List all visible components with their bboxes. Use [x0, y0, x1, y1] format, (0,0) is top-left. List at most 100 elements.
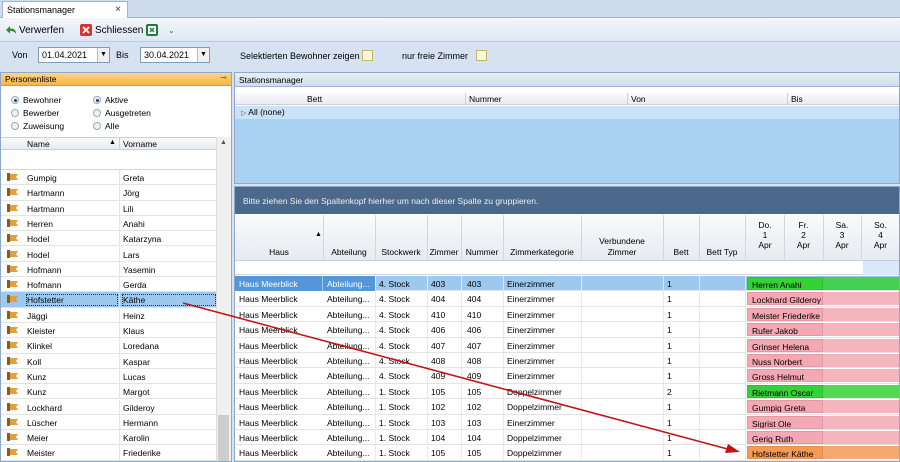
show-selected-checkbox[interactable] [362, 50, 373, 61]
scroll-up-icon[interactable]: ▲ [220, 139, 227, 146]
occupancy-bar[interactable]: Gerig Ruth [747, 431, 823, 444]
column-header-zimmerkategorie[interactable]: Zimmerkategorie [503, 247, 581, 257]
list-item[interactable]: Lockhard Gilderoy [1, 399, 216, 415]
occupancy-bar[interactable]: Gumpig Greta [747, 400, 823, 414]
column-divider[interactable] [787, 93, 788, 105]
to-date-input[interactable]: 30.04.2021 ▼ [140, 47, 210, 63]
occupancy-bar-extension[interactable] [823, 431, 899, 444]
table-row[interactable]: Haus Meerblick Abteilung... 4. Stock 406 406… [235, 322, 899, 338]
list-item[interactable]: Kleister Klaus [1, 323, 216, 339]
from-date-input[interactable]: 01.04.2021 ▼ [38, 47, 110, 63]
table-row[interactable]: Haus Meerblick Abteilung... 4. Stock 410 410… [235, 306, 899, 323]
person-grid-filter-row[interactable] [1, 150, 216, 170]
day-header[interactable]: Sa. 3 Apr [823, 220, 861, 250]
occupancy-bar[interactable]: Gross Helmut [747, 369, 823, 383]
column-header-name[interactable]: Name [27, 139, 50, 149]
occupancy-bar[interactable]: Rietmann Oscar [747, 384, 823, 398]
occupancy-bar-extension[interactable] [823, 307, 899, 321]
column-divider[interactable] [119, 138, 120, 150]
column-divider[interactable] [465, 93, 466, 105]
occupancy-bar-extension[interactable] [823, 277, 899, 290]
all-group-row[interactable]: ▷ All (none) [235, 106, 899, 119]
occupancy-bar[interactable]: Herren Anahi [747, 277, 823, 290]
list-item[interactable]: Meier Karolin [1, 430, 216, 446]
day-header[interactable]: Do. 1 Apr [746, 220, 784, 250]
occupancy-bar-extension[interactable] [823, 400, 899, 414]
tab-stationsmanager[interactable]: Stationsmanager × [2, 1, 128, 18]
column-header-stockwerk[interactable]: Stockwerk [375, 247, 427, 257]
list-item[interactable]: Jäggi Heinz [1, 307, 216, 323]
occupancy-bar[interactable]: Meister Friederike [747, 307, 823, 321]
group-by-hint[interactable]: Bitte ziehen Sie den Spaltenkopf hierher… [235, 187, 899, 214]
to-date-dropdown-icon[interactable]: ▼ [197, 48, 209, 62]
table-row[interactable]: Haus Meerblick Abteilung... 1. Stock 105 105… [235, 445, 899, 461]
occupancy-bar-extension[interactable] [823, 292, 899, 306]
column-header-nummer[interactable]: Nummer [461, 247, 503, 257]
radio-zuweisung[interactable]: Zuweisung [11, 121, 64, 131]
table-row[interactable]: Haus Meerblick Abteilung... 4. Stock 409 409… [235, 368, 899, 384]
table-row[interactable]: Haus Meerblick Abteilung... 4. Stock 404 404… [235, 291, 899, 307]
list-item[interactable]: Hodel Katarzyna [1, 231, 216, 247]
table-row[interactable]: Haus Meerblick Abteilung... 1. Stock 102 102… [235, 399, 899, 415]
expand-icon[interactable]: ▷ [241, 110, 246, 117]
table-row[interactable]: Haus Meerblick Abteilung... 1. Stock 103 103… [235, 414, 899, 430]
column-header-verbundene-zimmer[interactable]: Zimmer [581, 247, 663, 257]
table-row[interactable]: Haus Meerblick Abteilung... 1. Stock 104 104… [235, 430, 899, 446]
occupancy-bar-extension[interactable] [823, 354, 899, 367]
list-item[interactable]: Hofstetter Käthe [1, 292, 216, 308]
column-header-zimmer[interactable]: Zimmer [427, 247, 461, 257]
close-tab-icon[interactable]: × [115, 4, 121, 15]
day-header[interactable]: Fr. 2 Apr [785, 220, 823, 250]
radio-bewohner[interactable]: Bewohner [11, 95, 61, 105]
column-header-vorname[interactable]: Vorname [123, 139, 157, 149]
radio-bewerber[interactable]: Bewerber [11, 108, 59, 118]
occupancy-bar-extension[interactable] [823, 338, 899, 352]
radio-aktive[interactable]: Aktive [93, 95, 128, 105]
occupancy-bar-extension[interactable] [823, 384, 899, 398]
list-item[interactable]: Hartmann Lili [1, 200, 216, 216]
column-header-verbundene[interactable]: Verbundene [581, 236, 663, 246]
column-header-abteilung[interactable]: Abteilung [323, 247, 375, 257]
excel-export-button[interactable] [146, 22, 158, 38]
person-list-scrollbar[interactable]: ▲ [216, 137, 231, 461]
list-item[interactable]: Kunz Lucas [1, 368, 216, 385]
scrollbar-thumb[interactable] [218, 415, 229, 461]
list-item[interactable]: Klinkel Loredana [1, 338, 216, 354]
day-header[interactable]: So. 4 Apr [862, 220, 900, 250]
list-item[interactable]: Hartmann Jörg [1, 185, 216, 201]
column-divider[interactable] [627, 93, 628, 105]
list-item[interactable]: Kunz Margot [1, 384, 216, 400]
column-header-bett[interactable]: Bett [663, 247, 699, 257]
occupancy-bar-extension[interactable] [823, 415, 899, 429]
radio-ausgetreten[interactable]: Ausgetreten [93, 108, 151, 118]
close-button[interactable]: Schliessen [80, 22, 143, 38]
list-item[interactable]: Herren Anahi [1, 215, 216, 232]
column-header-bis[interactable]: Bis [791, 94, 803, 104]
occupancy-bar-extension[interactable] [823, 369, 899, 383]
free-rooms-checkbox[interactable] [476, 50, 487, 61]
list-item[interactable]: Hodel Lars [1, 246, 216, 262]
list-item[interactable]: Meister Friederike [1, 445, 216, 461]
table-row[interactable]: Haus Meerblick Abteilung... 1. Stock 105 105… [235, 383, 899, 400]
column-header-bett[interactable]: Bett [307, 94, 322, 104]
table-row[interactable]: Haus Meerblick Abteilung... 4. Stock 403 403… [235, 276, 899, 292]
occupancy-bar-extension[interactable] [823, 323, 899, 337]
column-header-nummer[interactable]: Nummer [469, 94, 502, 104]
occupancy-bar-extension[interactable] [823, 446, 899, 460]
room-grid-filter-row[interactable] [235, 261, 899, 275]
occupancy-bar[interactable]: Rufer Jakob [747, 323, 823, 337]
list-item[interactable]: Gumpig Greta [1, 170, 216, 186]
radio-alle[interactable]: Alle [93, 121, 119, 131]
discard-button[interactable]: Verwerfen [4, 22, 64, 38]
from-date-dropdown-icon[interactable]: ▼ [97, 48, 109, 62]
occupancy-bar[interactable]: Sigrist Ole [747, 415, 823, 429]
list-item[interactable]: Hofmann Yasemin [1, 261, 216, 278]
list-item[interactable]: Koll Kaspar [1, 353, 216, 369]
list-item[interactable]: Hofmann Gerda [1, 277, 216, 293]
table-row[interactable]: Haus Meerblick Abteilung... 4. Stock 407 407… [235, 337, 899, 353]
occupancy-bar[interactable]: Lockhard Gilderoy [747, 292, 823, 306]
occupancy-bar[interactable]: Nuss Norbert [747, 354, 823, 367]
occupancy-bar[interactable]: Hofstetter Käthe [747, 446, 823, 460]
column-header-von[interactable]: Von [631, 94, 646, 104]
table-row[interactable]: Haus Meerblick Abteilung... 4. Stock 408 408… [235, 353, 899, 369]
